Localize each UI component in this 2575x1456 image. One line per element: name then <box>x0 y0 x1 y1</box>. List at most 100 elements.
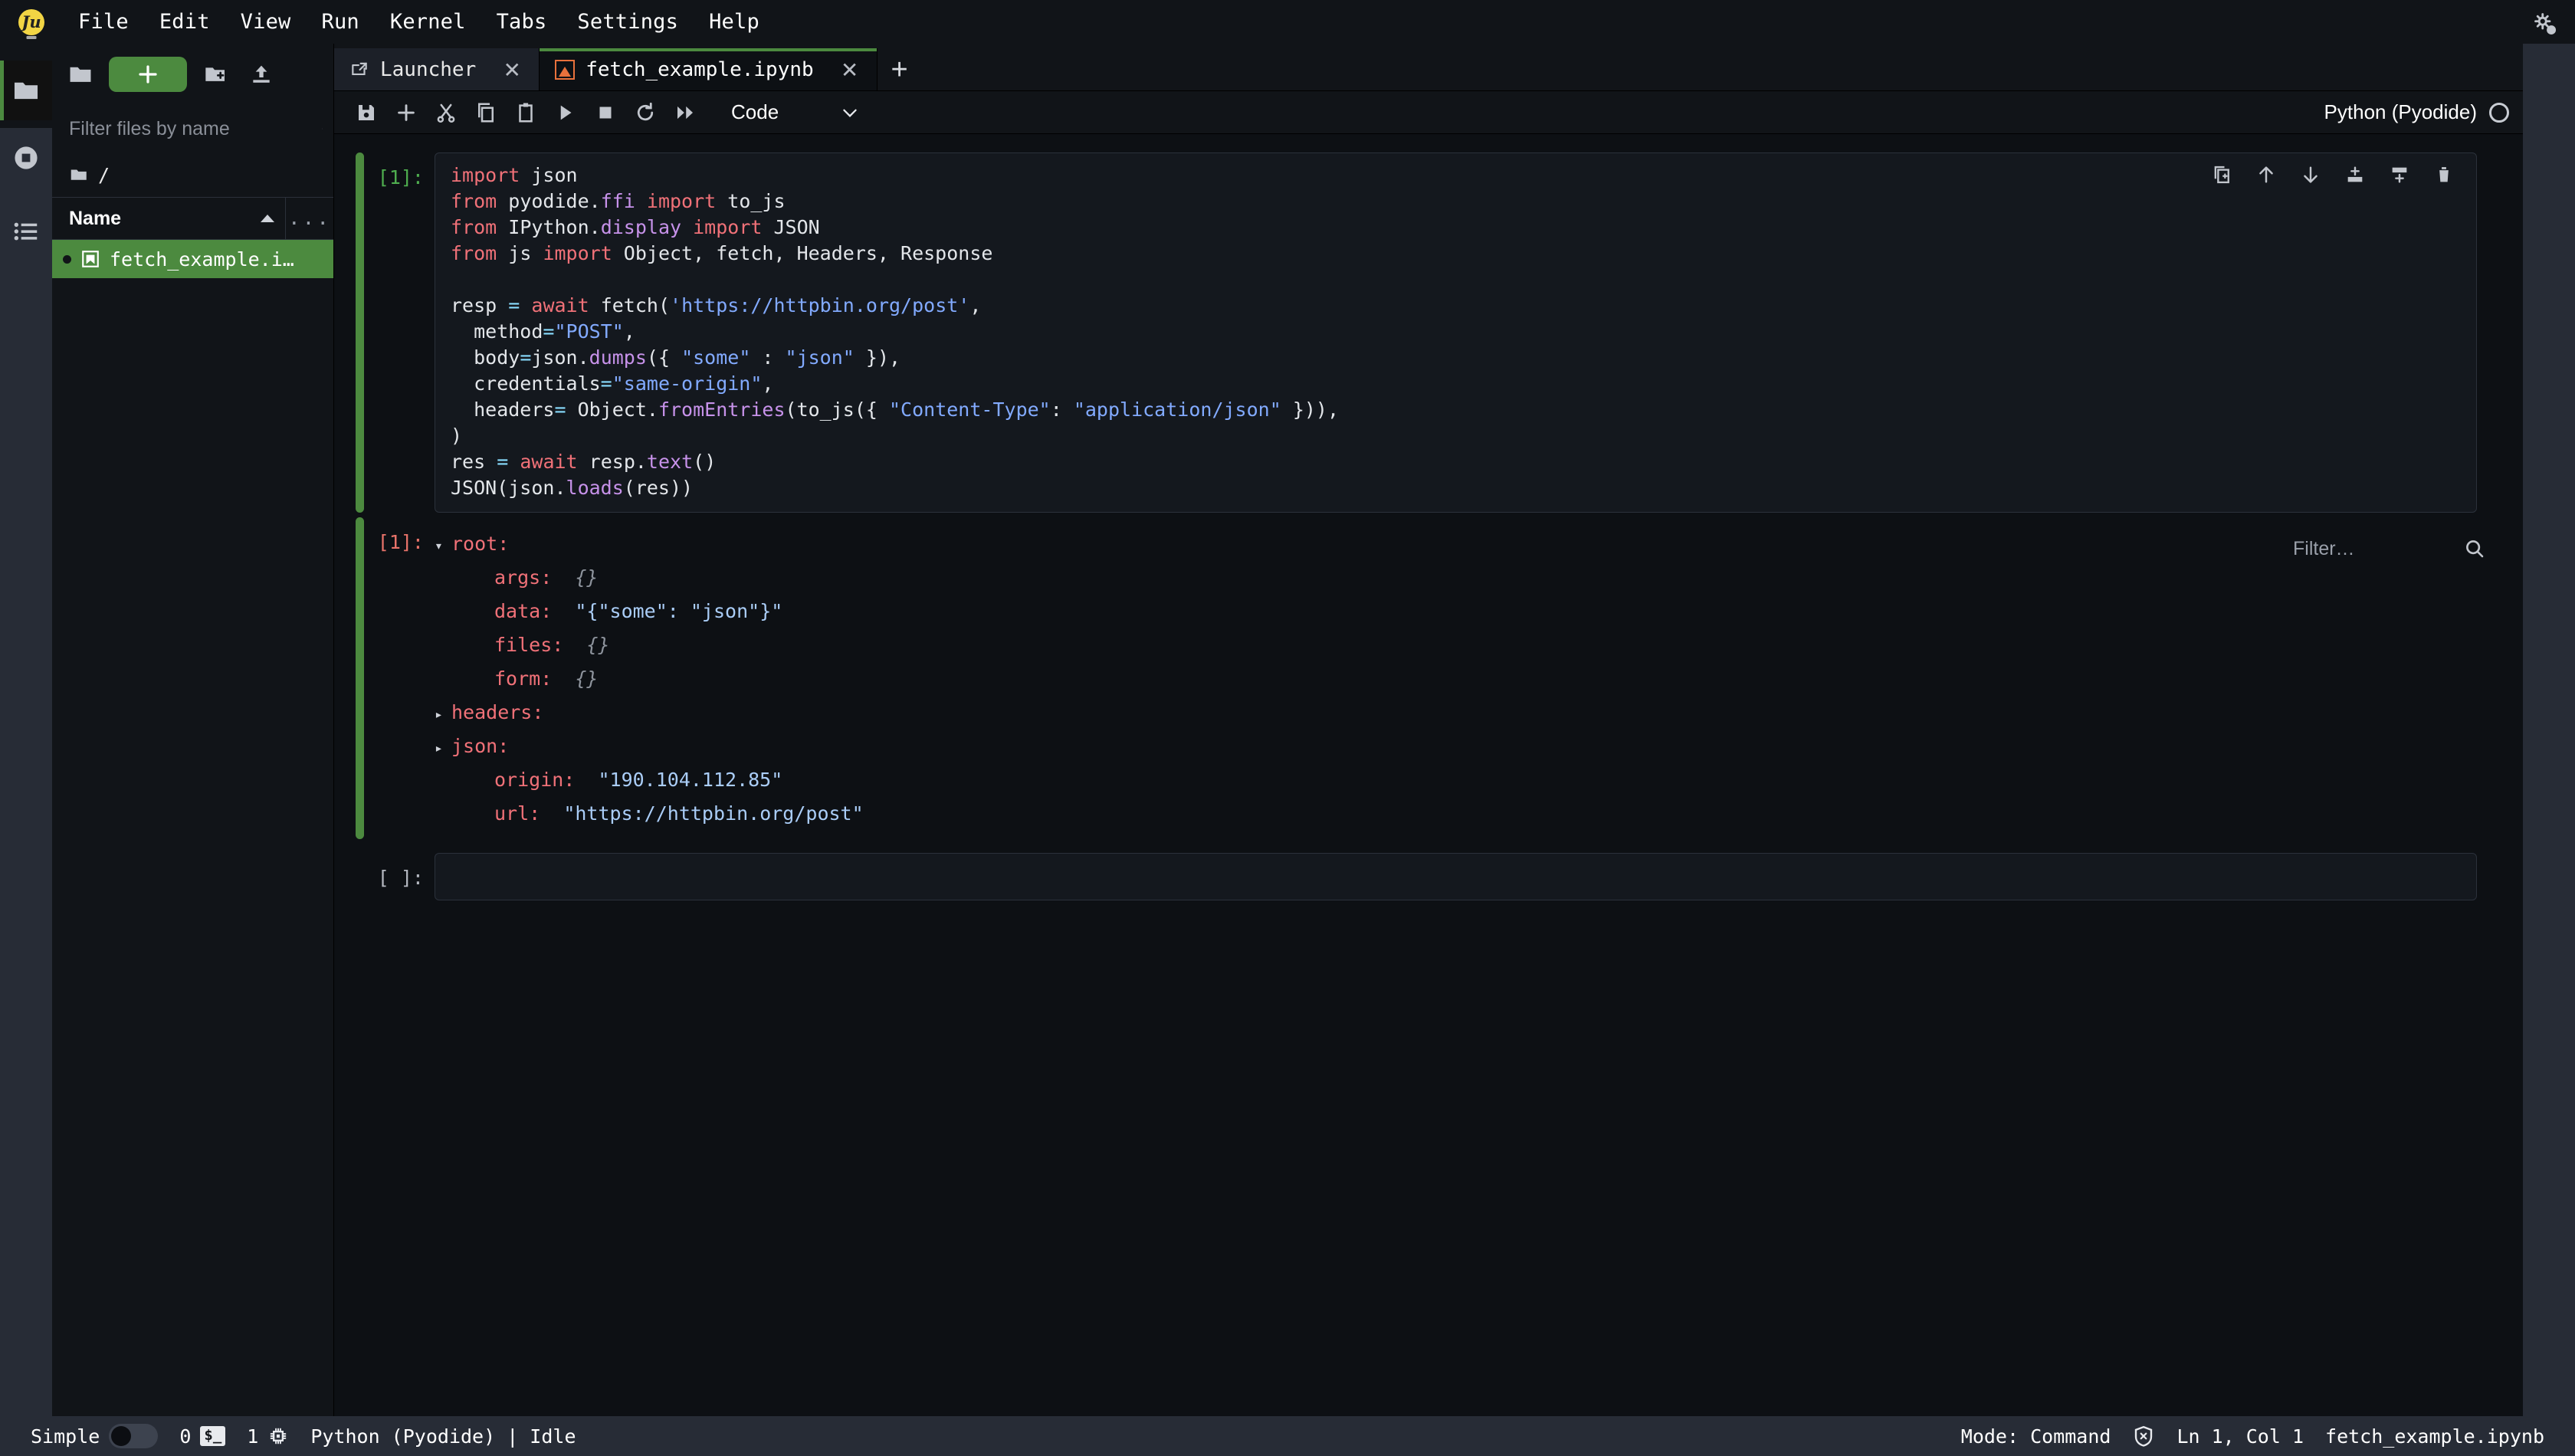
notebook-cell-input[interactable]: [1]: import json from pyodide.ffi import … <box>334 152 2523 513</box>
cell-input-prompt: [ ]: <box>377 867 424 889</box>
settings-gear-button[interactable] <box>2524 3 2567 46</box>
notebook-cell-empty[interactable]: [ ]: <box>334 853 2523 900</box>
menu-file[interactable]: File <box>63 5 144 38</box>
kernel-session-status[interactable]: Python (Pyodide) | Idle <box>300 1425 586 1448</box>
code-token: 'https://httpbin.org/post' <box>670 294 970 316</box>
json-tree-row[interactable]: ▸data: "{"some": "json"}" <box>435 595 2477 629</box>
file-filter-input[interactable] <box>69 117 316 140</box>
kernels-status[interactable]: 1 <box>236 1425 300 1448</box>
menu-help[interactable]: Help <box>694 5 775 38</box>
cell-input-body: import json from pyodide.ffi import to_js… <box>435 152 2523 513</box>
new-folder-button[interactable] <box>198 57 233 92</box>
simple-mode-label: Simple <box>31 1425 100 1448</box>
copy-button[interactable] <box>467 96 504 130</box>
cut-button[interactable] <box>428 96 464 130</box>
code-token: from <box>451 242 497 264</box>
code-token: ffi <box>600 190 635 212</box>
restart-and-run-all-button[interactable] <box>667 96 704 130</box>
code-token: import <box>543 242 612 264</box>
search-icon[interactable] <box>2463 537 2486 560</box>
tab-close-button[interactable]: ✕ <box>500 57 523 83</box>
menu-settings[interactable]: Settings <box>562 5 694 38</box>
column-header-name[interactable]: Name <box>52 198 286 239</box>
menu-edit[interactable]: Edit <box>144 5 225 38</box>
cursor-position-status[interactable]: Ln 1, Col 1 <box>2166 1425 2314 1448</box>
upload-icon <box>253 65 270 83</box>
json-tree-row[interactable]: ▾ root: <box>435 528 2477 562</box>
insert-cell-above-button[interactable] <box>2340 159 2370 190</box>
caret-collapsed-icon[interactable]: ▸ <box>435 699 451 730</box>
new-tab-button[interactable]: + <box>877 48 922 91</box>
run-cell-button[interactable] <box>547 96 584 130</box>
code-token: json. <box>531 346 589 369</box>
code-line: headers= Object.fromEntries(to_js({ "Con… <box>451 397 2461 423</box>
terminals-status[interactable]: 0 $_ <box>169 1425 236 1448</box>
toggle-switch[interactable] <box>109 1424 159 1448</box>
json-filter-input[interactable] <box>2293 537 2446 560</box>
tab-launcher[interactable]: Launcher ✕ <box>334 48 540 91</box>
menu-tabs[interactable]: Tabs <box>481 5 563 38</box>
save-button[interactable] <box>348 96 385 130</box>
search-icon[interactable] <box>322 117 323 140</box>
notebook-mode-status[interactable]: Mode: Command <box>1950 1425 2122 1448</box>
code-token: () <box>693 451 717 473</box>
json-tree-row[interactable]: ▸origin: "190.104.112.85" <box>435 764 2477 798</box>
notebook-filename-status[interactable]: fetch_example.ipynb <box>2314 1425 2555 1448</box>
delete-cell-button[interactable] <box>2429 159 2459 190</box>
code-line: body=json.dumps({ "some" : "json" }), <box>451 345 2461 371</box>
json-tree-row[interactable]: ▸ headers: <box>435 697 2477 730</box>
play-icon <box>560 105 572 120</box>
tab-fetch-example-notebook[interactable]: fetch_example.ipynb ✕ <box>540 48 877 91</box>
simple-interface-toggle[interactable]: Simple <box>20 1424 169 1448</box>
caret-expanded-icon[interactable]: ▾ <box>435 530 451 562</box>
code-token: , <box>762 372 774 395</box>
sidebar-item-file-browser[interactable] <box>0 61 52 120</box>
kernel-indicator[interactable]: Python (Pyodide) <box>2324 100 2514 124</box>
folder-icon <box>14 82 38 100</box>
column-header-name-label: Name <box>69 207 122 229</box>
menu-kernel[interactable]: Kernel <box>375 5 481 38</box>
code-editor[interactable] <box>435 853 2477 900</box>
move-cell-down-button[interactable] <box>2295 159 2326 190</box>
breadcrumb[interactable]: / <box>52 152 333 197</box>
notebook-trust-status[interactable] <box>2121 1425 2166 1448</box>
sidebar-item-running[interactable] <box>0 128 52 188</box>
json-tree-row[interactable]: ▸args: {} <box>435 562 2477 595</box>
stop-circle-icon <box>15 146 38 169</box>
stop-icon <box>599 107 612 118</box>
column-options-button[interactable]: ... <box>286 207 333 230</box>
interrupt-kernel-button[interactable] <box>587 96 624 130</box>
code-token: (res)) <box>623 477 694 499</box>
insert-cell-button[interactable] <box>388 96 425 130</box>
menu-view[interactable]: View <box>225 5 307 38</box>
restart-kernel-button[interactable] <box>627 96 664 130</box>
cut-icon <box>437 103 455 123</box>
caret-collapsed-icon[interactable]: ▸ <box>435 733 451 764</box>
menu-run[interactable]: Run <box>306 5 374 38</box>
paste-button[interactable] <box>507 96 544 130</box>
code-editor[interactable]: import json from pyodide.ffi import to_js… <box>435 152 2477 513</box>
cell-type-select[interactable]: Code <box>723 97 868 127</box>
json-tree-row[interactable]: ▸files: {} <box>435 629 2477 663</box>
notebook-cell-output[interactable]: [1]: ▾root:▸args: {}▸data: "{"some": "js… <box>334 517 2523 839</box>
tab-bar: Launcher ✕ fetch_example.ipynb ✕ + <box>334 44 2523 91</box>
code-token: pyodide. <box>497 190 601 212</box>
new-launcher-button[interactable] <box>109 57 187 92</box>
list-item[interactable]: fetch_example.i… <box>52 240 333 278</box>
json-tree-row[interactable]: ▸url: "https://httpbin.org/post" <box>435 798 2477 831</box>
json-output-tree[interactable]: ▾root:▸args: {}▸data: "{"some": "json"}"… <box>435 523 2477 839</box>
code-token: "application/json" <box>1073 398 1281 421</box>
tab-close-button[interactable]: ✕ <box>838 57 861 83</box>
json-tree-row[interactable]: ▸form: {} <box>435 663 2477 697</box>
code-line: method="POST", <box>451 319 2461 345</box>
sidebar-item-table-of-contents[interactable] <box>0 202 52 261</box>
kernels-count: 1 <box>247 1425 259 1448</box>
file-browser-root-folder-button[interactable] <box>63 57 98 92</box>
menu-bar: Ju File Edit View Run Kernel Tabs Settin… <box>0 0 2575 44</box>
insert-cell-below-button[interactable] <box>2384 159 2415 190</box>
upload-files-button[interactable] <box>244 57 279 92</box>
duplicate-cell-button[interactable] <box>2206 159 2237 190</box>
json-tree-row[interactable]: ▸ json: <box>435 730 2477 764</box>
notebook-canvas[interactable]: [1]: import json from pyodide.ffi import … <box>334 134 2523 1416</box>
move-cell-up-button[interactable] <box>2251 159 2281 190</box>
